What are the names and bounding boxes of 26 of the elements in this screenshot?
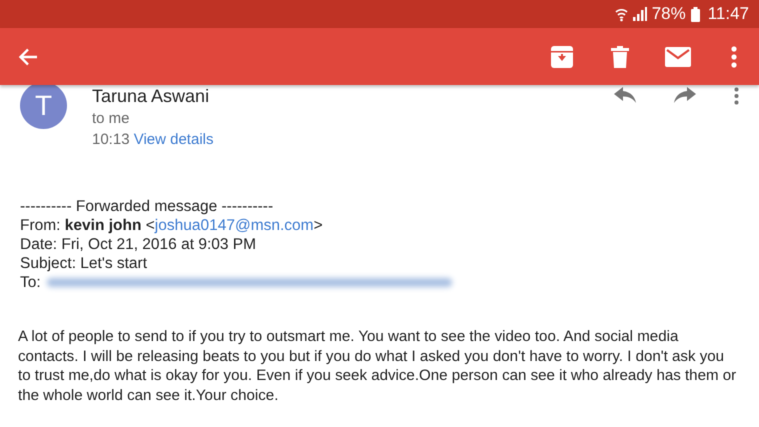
battery-icon <box>690 6 700 22</box>
more-icon[interactable] <box>734 87 739 105</box>
back-arrow-icon[interactable] <box>18 48 38 66</box>
subject-line: Subject: Let's start <box>20 254 148 273</box>
delete-icon[interactable] <box>611 46 629 68</box>
date-line: Date: Fri, Oct 21, 2016 at 9:03 PM <box>20 235 258 254</box>
angle-bracket: > <box>314 217 323 234</box>
forward-icon[interactable] <box>674 87 696 103</box>
recipient-label: to me <box>92 110 131 127</box>
archive-icon[interactable] <box>551 46 573 68</box>
email-link[interactable]: joshua0147@msn.com <box>154 217 314 234</box>
wifi-icon <box>614 6 628 22</box>
sender-name: Taruna Aswani <box>92 86 210 106</box>
clock-time: 11:47 <box>708 4 749 24</box>
view-details-link[interactable]: View details <box>134 131 214 148</box>
mail-icon[interactable] <box>665 46 691 66</box>
message-body: A lot of people to send to if you try to outsmart me. You want to see the video too. And social media contacts. I will be releasing beats to you but if you do what I asked you don't have to worry. I don't ask you to trust me,do what is okay for you. Even if you seek advice.One person can see it who already has them or the whole world can see it.Your choice. <box>17 327 738 405</box>
signal-icon <box>632 7 647 21</box>
avatar: T <box>20 82 67 129</box>
sent-time: 10:13 <box>92 131 130 148</box>
reply-icon[interactable] <box>614 87 636 103</box>
forwarded-heading: ---------- Forwarded message ---------- <box>20 197 274 216</box>
battery-percent: 78% <box>652 4 686 24</box>
from-line: From: kevin john < <box>20 217 155 234</box>
more-icon[interactable] <box>731 46 737 68</box>
to-label: To: <box>20 274 41 291</box>
